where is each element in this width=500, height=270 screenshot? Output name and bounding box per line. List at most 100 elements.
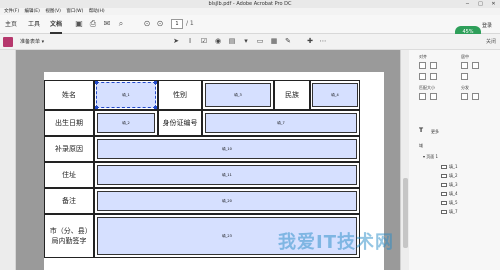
align-top-icon[interactable]: [419, 73, 426, 80]
label-signature: 市（分、县）局内勤签字: [44, 214, 94, 258]
tree-item[interactable]: 填_1: [441, 164, 458, 170]
page-total: / 1: [186, 20, 194, 27]
field-tree-icon: [441, 210, 447, 214]
resize-handle[interactable]: [95, 81, 98, 84]
vertical-scrollbar[interactable]: [400, 50, 409, 270]
menu-help[interactable]: 帮助(H): [89, 8, 105, 15]
prev-page-icon[interactable]: ⊙: [142, 19, 152, 29]
tree-item[interactable]: 填_5: [441, 200, 458, 206]
label-address: 住址: [44, 162, 94, 188]
resize-handle[interactable]: [95, 106, 98, 109]
prepare-form-icon: [3, 37, 13, 47]
label-gender: 性别: [158, 80, 202, 110]
print-icon[interactable]: ⎙: [88, 19, 98, 29]
maximize-button[interactable]: □: [474, 0, 487, 8]
window-controls: − □ ✕: [461, 0, 500, 8]
field-tree-icon: [441, 183, 447, 187]
radio-button-icon[interactable]: ◉: [213, 36, 223, 46]
more-label[interactable]: 更多: [431, 129, 439, 135]
tree-item[interactable]: 填_3: [441, 182, 458, 188]
title-bar: blsjlb.pdf - Adobe Acrobat Pro DC − □ ✕: [0, 0, 500, 8]
label-remark: 备注: [44, 188, 94, 214]
close-form-button[interactable]: 关闭: [486, 34, 496, 50]
field-tree-icon: [441, 165, 447, 169]
center-both-icon[interactable]: [461, 73, 468, 80]
left-navigation-rail: [0, 50, 16, 270]
form-field-address[interactable]: 填_11: [97, 165, 357, 185]
field-tree-icon: [441, 174, 447, 178]
tab-document[interactable]: 文档: [50, 15, 63, 34]
minimize-button[interactable]: −: [461, 0, 474, 8]
form-field-name[interactable]: 填_1: [95, 81, 157, 109]
match-height-icon[interactable]: [430, 93, 437, 100]
page-number-input[interactable]: 1: [171, 19, 183, 29]
fields-panel-title: 域: [419, 143, 423, 148]
field-tree-icon: [441, 192, 447, 196]
align-right-icon[interactable]: [430, 62, 437, 69]
tab-home[interactable]: 主页: [5, 15, 17, 34]
tree-root-label: 页面 1: [426, 154, 439, 159]
email-icon[interactable]: ✉: [102, 19, 112, 29]
tree-item[interactable]: 填_4: [441, 191, 458, 197]
tree-item[interactable]: 填_7: [441, 209, 458, 215]
form-field-birth[interactable]: 填_2: [97, 113, 155, 133]
prepare-form-dropdown[interactable]: 准备表单 ▾: [20, 34, 44, 50]
menu-edit[interactable]: 编辑(E): [25, 8, 40, 15]
resize-handle[interactable]: [154, 81, 157, 84]
menu-file[interactable]: 文件(F): [4, 8, 19, 15]
tree-item-label: 填_2: [449, 173, 458, 178]
pin-icon[interactable]: ✚: [305, 36, 315, 46]
signature-icon[interactable]: ✎: [283, 36, 293, 46]
tree-item-label: 填_3: [449, 182, 458, 187]
right-panel: 对齐 居中 匹配大小 分发 T 更多 域 ▾ 页面 1 填_1 填_2 填_3 …: [409, 50, 500, 270]
menu-view[interactable]: 视图(V): [45, 8, 61, 15]
label-name: 姓名: [44, 80, 94, 110]
tab-bar: 主页 工具 文档 ▣ ⎙ ✉ ⌕ ⊙ ⊙ 1 / 1: [0, 15, 500, 34]
form-field-id-no[interactable]: 填_7: [205, 113, 357, 133]
tree-root-page[interactable]: ▾ 页面 1: [423, 154, 438, 160]
menu-bar: 文件(F) 编辑(E) 视图(V) 窗口(W) 帮助(H): [0, 8, 500, 15]
image-field-icon[interactable]: ▦: [269, 36, 279, 46]
distribute-label: 分发: [461, 85, 469, 90]
center-horizontal-icon[interactable]: [461, 62, 468, 69]
more-tools-icon[interactable]: ⋯: [318, 36, 328, 46]
button-icon[interactable]: ▭: [255, 36, 265, 46]
form-field-remark[interactable]: 填_20: [97, 191, 357, 211]
text-field-icon[interactable]: Ⅰ: [185, 36, 195, 46]
text-tool-icon[interactable]: T: [419, 127, 423, 134]
tree-item-label: 填_4: [449, 191, 458, 196]
form-field-ethnicity[interactable]: 填_4: [312, 83, 358, 107]
dropdown-icon[interactable]: ▾: [241, 36, 251, 46]
resize-handle[interactable]: [154, 106, 157, 109]
list-box-icon[interactable]: ▤: [227, 36, 237, 46]
signin-link[interactable]: 登录: [482, 22, 500, 29]
tree-item[interactable]: 填_2: [441, 173, 458, 179]
center-vertical-icon[interactable]: [472, 62, 479, 69]
next-page-icon[interactable]: ⊙: [155, 19, 165, 29]
label-id-no: 身份证编号: [158, 110, 202, 136]
label-ethnicity: 民族: [274, 80, 310, 110]
tab-tools[interactable]: 工具: [28, 15, 40, 34]
tree-item-label: 填_5: [449, 200, 458, 205]
align-section-label: 对齐: [419, 54, 427, 59]
label-birth: 出生日期: [44, 110, 94, 136]
scrollbar-thumb[interactable]: [403, 178, 408, 248]
site-watermark: 我爱IT技术网: [278, 232, 394, 253]
distribute-v-icon[interactable]: [472, 93, 479, 100]
save-icon[interactable]: ▣: [74, 19, 84, 29]
menu-window[interactable]: 窗口(W): [66, 8, 83, 15]
tree-item-label: 填_7: [449, 209, 458, 214]
match-width-icon[interactable]: [419, 93, 426, 100]
form-field-gender[interactable]: 填_3: [205, 83, 271, 107]
form-field-reason[interactable]: 填_10: [97, 139, 357, 159]
match-size-label: 匹配大小: [419, 85, 435, 90]
checkbox-icon[interactable]: ☑: [199, 36, 209, 46]
label-reason: 补录原因: [44, 136, 94, 162]
distribute-h-icon[interactable]: [461, 93, 468, 100]
select-object-icon[interactable]: ➤: [171, 36, 181, 46]
align-left-icon[interactable]: [419, 62, 426, 69]
close-window-button[interactable]: ✕: [487, 0, 500, 8]
search-icon[interactable]: ⌕: [116, 19, 126, 29]
tree-item-label: 填_1: [449, 164, 458, 169]
align-bottom-icon[interactable]: [430, 73, 437, 80]
